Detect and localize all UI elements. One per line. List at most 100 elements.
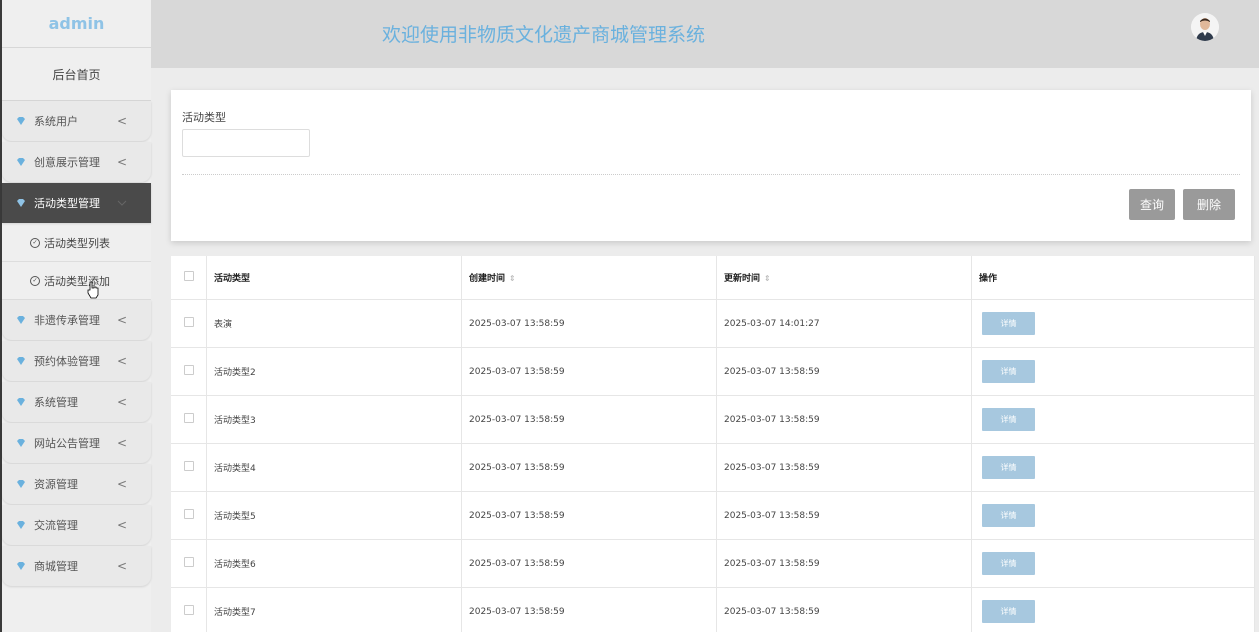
- sidebar-item-label: 网站公告管理: [34, 437, 100, 450]
- row-select-cell: [171, 587, 207, 632]
- row-checkbox[interactable]: [183, 365, 194, 375]
- diamond-icon: [17, 398, 25, 406]
- cell-text: 活动类型3: [214, 416, 256, 426]
- sidebar-item-heritage[interactable]: 非遗传承管理 <: [2, 300, 151, 340]
- diamond-icon: [17, 480, 25, 488]
- sidebar-item-label: 创意展示管理: [34, 156, 100, 169]
- col-header-updated[interactable]: 更新时间 ⇕: [716, 256, 972, 300]
- cell-updated: 2025-03-07 13:58:59: [716, 395, 972, 444]
- cell-text: 表演: [214, 320, 233, 330]
- table-row: 活动类型7 2025-03-07 13:58:59 2025-03-07 13:…: [171, 587, 1255, 632]
- col-header-created[interactable]: 创建时间 ⇕: [461, 256, 717, 300]
- sort-icon[interactable]: ⇕: [764, 274, 771, 283]
- cell-action: 详情: [971, 395, 1255, 444]
- delete-button[interactable]: 删除: [1183, 189, 1235, 220]
- table-row: 活动类型6 2025-03-07 13:58:59 2025-03-07 13:…: [171, 539, 1255, 588]
- row-select-cell: [171, 347, 207, 396]
- row-checkbox[interactable]: [183, 557, 194, 567]
- sidebar-item-label: 商城管理: [34, 560, 78, 573]
- divider: [182, 174, 1240, 175]
- detail-button[interactable]: 详情: [982, 360, 1035, 383]
- sidebar-item-label: 预约体验管理: [34, 355, 100, 368]
- user-avatar-icon: [1191, 13, 1219, 41]
- top-header: 欢迎使用非物质文化遗产商城管理系统: [151, 0, 1259, 68]
- sort-icon[interactable]: ⇕: [509, 274, 516, 283]
- activity-submenu: ✓ 活动类型列表 ✓ 活动类型添加: [2, 224, 151, 300]
- sidebar-item-home[interactable]: 后台首页: [2, 48, 151, 101]
- chevron-left-icon: <: [116, 477, 127, 491]
- detail-button[interactable]: 详情: [982, 600, 1035, 623]
- row-select-cell: [171, 539, 207, 588]
- sidebar-item-resources[interactable]: 资源管理 <: [2, 464, 151, 504]
- sidebar-item-label: 资源管理: [34, 478, 78, 491]
- cell-text: 2025-03-07 13:58:59: [724, 366, 820, 377]
- row-checkbox[interactable]: [183, 605, 194, 615]
- cell-text: 2025-03-07 13:58:59: [724, 462, 820, 473]
- cell-created: 2025-03-07 13:58:59: [461, 491, 717, 540]
- row-checkbox[interactable]: [183, 509, 194, 519]
- diamond-icon: [17, 316, 25, 324]
- sidebar-item-creative[interactable]: 创意展示管理 <: [2, 142, 151, 182]
- cell-text: 活动类型6: [214, 560, 256, 570]
- sidebar-item-activity-type[interactable]: 活动类型管理: [2, 183, 151, 223]
- cell-text: 2025-03-07 13:58:59: [469, 558, 565, 569]
- sidebar-item-system-users[interactable]: 系统用户 <: [2, 101, 151, 141]
- cell-updated: 2025-03-07 13:58:59: [716, 539, 972, 588]
- diamond-icon: [17, 158, 25, 166]
- sidebar-subitem-label: 活动类型列表: [44, 236, 110, 250]
- diamond-icon: [17, 199, 25, 207]
- chevron-left-icon: <: [116, 518, 127, 532]
- cell-text: 2025-03-07 13:58:59: [469, 462, 565, 473]
- diamond-icon: [17, 562, 25, 570]
- sidebar-item-mall[interactable]: 商城管理 <: [2, 546, 151, 586]
- cell-type: 表演: [206, 299, 462, 348]
- col-header-action: 操作: [971, 256, 1255, 300]
- sidebar-subitem-activity-add[interactable]: ✓ 活动类型添加: [2, 262, 151, 300]
- chevron-left-icon: <: [116, 114, 127, 128]
- page-title: 欢迎使用非物质文化遗产商城管理系统: [382, 24, 706, 46]
- detail-button[interactable]: 详情: [982, 408, 1035, 431]
- query-button[interactable]: 查询: [1129, 189, 1175, 220]
- sidebar-item-announcements[interactable]: 网站公告管理 <: [2, 423, 151, 463]
- table-row: 活动类型5 2025-03-07 13:58:59 2025-03-07 13:…: [171, 491, 1255, 540]
- row-checkbox[interactable]: [183, 317, 194, 327]
- activity-type-input[interactable]: [182, 129, 310, 157]
- cell-updated: 2025-03-07 13:58:59: [716, 347, 972, 396]
- detail-button[interactable]: 详情: [982, 552, 1035, 575]
- check-circle-icon: ✓: [30, 275, 40, 286]
- cell-text: 2025-03-07 14:01:27: [724, 318, 820, 329]
- cell-text: 2025-03-07 13:58:59: [724, 558, 820, 569]
- sidebar-item-label: 非遗传承管理: [34, 314, 100, 327]
- cell-type: 活动类型5: [206, 491, 462, 540]
- detail-button[interactable]: 详情: [982, 312, 1035, 335]
- avatar[interactable]: [1191, 13, 1219, 41]
- cell-action: 详情: [971, 491, 1255, 540]
- cell-text: 2025-03-07 13:58:59: [724, 414, 820, 425]
- cell-updated: 2025-03-07 14:01:27: [716, 299, 972, 348]
- detail-button[interactable]: 详情: [982, 456, 1035, 479]
- cell-type: 活动类型4: [206, 443, 462, 492]
- table-row: 活动类型3 2025-03-07 13:58:59 2025-03-07 13:…: [171, 395, 1255, 444]
- cell-text: 2025-03-07 13:58:59: [469, 366, 565, 377]
- chevron-down-icon: [117, 196, 127, 210]
- row-checkbox[interactable]: [183, 461, 194, 471]
- cell-created: 2025-03-07 13:58:59: [461, 443, 717, 492]
- sidebar-item-exchange[interactable]: 交流管理 <: [2, 505, 151, 545]
- cell-type: 活动类型6: [206, 539, 462, 588]
- row-checkbox[interactable]: [183, 413, 194, 423]
- select-all-checkbox[interactable]: [183, 271, 194, 281]
- sidebar-item-system[interactable]: 系统管理 <: [2, 382, 151, 422]
- detail-button[interactable]: 详情: [982, 504, 1035, 527]
- select-all-cell: [171, 256, 207, 300]
- check-circle-icon: ✓: [30, 237, 40, 248]
- sidebar-item-booking[interactable]: 预约体验管理 <: [2, 341, 151, 381]
- sidebar-subitem-activity-list[interactable]: ✓ 活动类型列表: [2, 224, 151, 262]
- cell-action: 详情: [971, 347, 1255, 396]
- cell-action: 详情: [971, 443, 1255, 492]
- sidebar-item-label: 系统用户: [34, 115, 78, 128]
- cell-text: 2025-03-07 13:58:59: [469, 510, 565, 521]
- chevron-left-icon: <: [116, 436, 127, 450]
- chevron-left-icon: <: [116, 395, 127, 409]
- cell-action: 详情: [971, 539, 1255, 588]
- col-header-type: 活动类型: [206, 256, 462, 300]
